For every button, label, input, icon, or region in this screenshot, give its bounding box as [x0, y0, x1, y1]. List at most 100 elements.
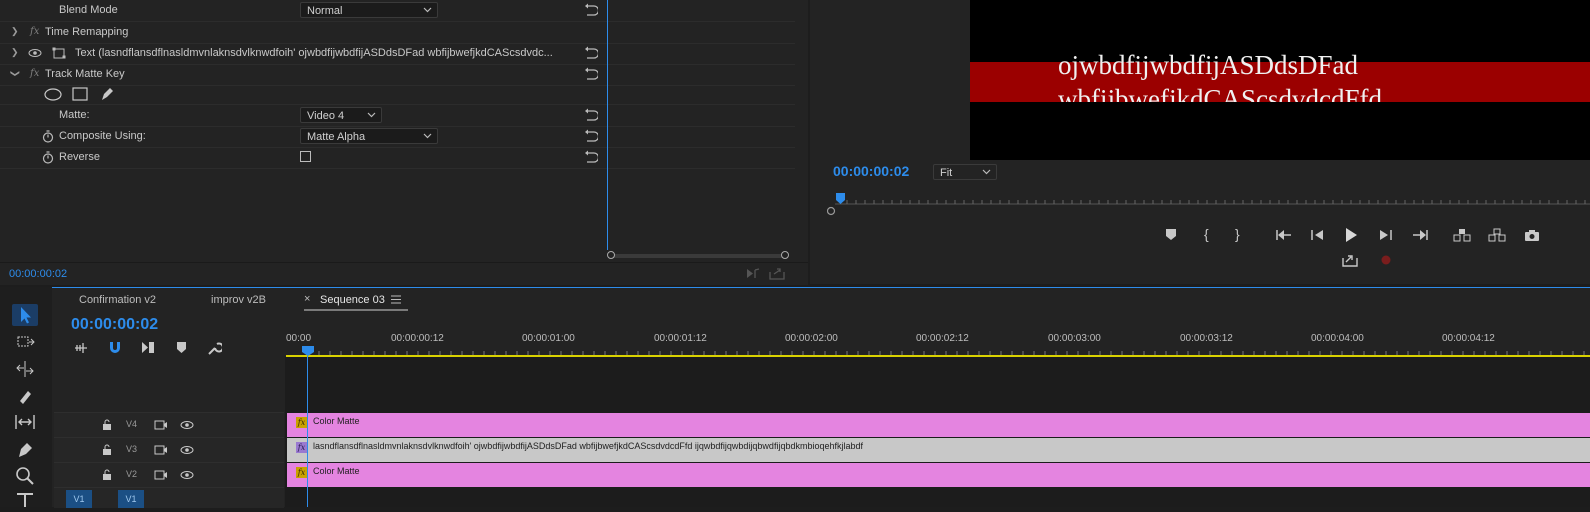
eye-icon[interactable]	[28, 48, 42, 58]
close-tab-icon[interactable]: ×	[304, 293, 310, 305]
ripple-edit-icon[interactable]	[12, 358, 38, 380]
blend-mode-value: Normal	[307, 5, 343, 17]
lock-icon[interactable]	[102, 444, 112, 456]
record-icon[interactable]	[1381, 255, 1391, 265]
zoom-scrollbar[interactable]	[612, 254, 786, 258]
rectangle-mask-icon[interactable]	[72, 87, 88, 101]
effect-controls-panel: Blend Mode Normal ❯ fx Time Remapping ❯ …	[0, 0, 808, 285]
reset-icon[interactable]	[584, 3, 598, 16]
reset-icon[interactable]	[584, 129, 598, 142]
program-time-ruler[interactable]	[827, 190, 1590, 218]
mark-in-icon[interactable]: {	[1204, 226, 1209, 242]
timeline-marker-icon[interactable]	[176, 341, 187, 354]
zoom-icon[interactable]	[12, 464, 38, 486]
composite-using-label: Composite Using:	[59, 130, 146, 142]
ruler-label: 00:00:04:12	[1442, 333, 1495, 344]
wrench-icon[interactable]	[206, 340, 222, 355]
ruler-label: 00:00:01:12	[654, 333, 707, 344]
reverse-label: Reverse	[59, 151, 100, 163]
linked-selection-icon[interactable]	[141, 341, 155, 354]
eye-icon[interactable]	[180, 445, 194, 455]
time-remapping-label: Time Remapping	[45, 26, 129, 38]
track-header-v1: V1 V1	[54, 487, 284, 508]
pen-mask-icon[interactable]	[99, 86, 114, 102]
expand-triangle-icon[interactable]: ❯	[11, 47, 19, 58]
reset-icon[interactable]	[584, 46, 598, 59]
reset-icon[interactable]	[584, 67, 598, 80]
nest-icon[interactable]	[74, 341, 88, 355]
lock-icon[interactable]	[102, 469, 112, 481]
play-icon[interactable]	[1344, 227, 1358, 243]
collapse-triangle-icon[interactable]: ❯	[9, 70, 20, 78]
ellipse-mask-icon[interactable]	[44, 88, 62, 101]
source-patch-v1[interactable]: V1	[66, 490, 92, 508]
transform-box-icon	[52, 47, 66, 59]
composite-using-value: Matte Alpha	[307, 131, 366, 143]
clip-text-v3[interactable]: fx lasndflansdflnasldmvnlaknsdvlknwdfoih…	[287, 438, 1590, 462]
composite-using-dropdown[interactable]: Matte Alpha	[300, 128, 438, 144]
add-marker-icon[interactable]	[1165, 227, 1177, 241]
blend-mode-dropdown[interactable]: Normal	[300, 2, 438, 18]
snap-magnet-icon[interactable]	[108, 340, 122, 354]
sync-lock-icon[interactable]	[154, 469, 168, 481]
timeline-timecode[interactable]: 00:00:00:02	[71, 316, 158, 334]
sync-lock-icon[interactable]	[154, 419, 168, 431]
clip-color-matte-v4[interactable]: fx Color Matte	[287, 413, 1590, 437]
lock-icon[interactable]	[102, 419, 112, 431]
selection-tool[interactable]	[12, 304, 38, 326]
step-forward-icon[interactable]	[1379, 229, 1393, 241]
clip-color-matte-v2[interactable]: fx Color Matte	[287, 463, 1590, 487]
timeline-playhead-line[interactable]	[307, 356, 308, 507]
eye-icon[interactable]	[180, 470, 194, 480]
reset-icon[interactable]	[584, 108, 598, 121]
text-layer-row[interactable]: ❯ Text (lasndflansdflnasldmvnlaknsdvlknw…	[0, 43, 795, 65]
time-remapping-row[interactable]: ❯ fx Time Remapping	[0, 22, 795, 44]
mask-tools-row	[0, 85, 795, 105]
export-icon[interactable]	[769, 266, 785, 280]
export-frame-icon[interactable]	[1342, 253, 1358, 267]
step-back-icon[interactable]	[1310, 229, 1324, 241]
playhead-handle-icon[interactable]	[301, 345, 315, 357]
go-to-in-icon[interactable]	[1276, 229, 1292, 241]
razor-icon[interactable]	[12, 385, 38, 407]
play-audio-icon[interactable]	[745, 267, 761, 280]
lift-icon[interactable]	[1453, 228, 1471, 242]
matte-black-area	[970, 102, 1590, 160]
zoom-dropdown[interactable]: Fit	[933, 164, 997, 180]
tab-confirmation-v2[interactable]: Confirmation v2	[79, 294, 156, 306]
stopwatch-icon[interactable]	[42, 151, 54, 164]
eye-icon[interactable]	[180, 420, 194, 430]
matte-dropdown[interactable]: Video 4	[300, 107, 382, 123]
go-to-out-icon[interactable]	[1412, 229, 1428, 241]
mark-out-icon[interactable]: }	[1235, 226, 1240, 242]
effect-controls-timecode[interactable]: 00:00:00:02	[9, 268, 67, 280]
program-timecode[interactable]: 00:00:00:02	[833, 163, 909, 179]
camera-icon[interactable]	[1524, 229, 1540, 241]
reverse-checkbox[interactable]	[300, 151, 311, 162]
expand-triangle-icon[interactable]: ❯	[11, 26, 19, 37]
time-ruler[interactable]: 00:00 00:00:00:12 00:00:01:00 00:00:01:1…	[286, 327, 1590, 357]
type-icon[interactable]	[12, 490, 38, 512]
ruler-label: 00:00:03:12	[1180, 333, 1233, 344]
track-name: V2	[126, 469, 138, 479]
scroll-handle-left[interactable]	[607, 251, 615, 259]
track-select-icon[interactable]	[12, 331, 38, 353]
scroll-handle-right[interactable]	[781, 251, 789, 259]
reset-icon[interactable]	[584, 150, 598, 163]
tab-sequence-03[interactable]: Sequence 03	[320, 294, 385, 306]
tab-improv-v2b[interactable]: improv v2B	[211, 294, 266, 306]
track-target-v1[interactable]: V1	[118, 490, 144, 508]
panel-menu-icon[interactable]	[391, 295, 401, 304]
playhead-line[interactable]	[607, 0, 608, 250]
timeline-panel: Confirmation v2 improv v2B × Sequence 03…	[0, 287, 1590, 508]
track-header-v3: V3	[54, 437, 284, 462]
ruler-label: 00:00:02:00	[785, 333, 838, 344]
stopwatch-icon[interactable]	[42, 130, 54, 143]
sync-lock-icon[interactable]	[154, 444, 168, 456]
extract-icon[interactable]	[1488, 228, 1506, 242]
ruler-label: 00:00:01:00	[522, 333, 575, 344]
track-header-v4: V4	[54, 412, 284, 437]
slip-icon[interactable]	[12, 411, 38, 433]
track-matte-key-row[interactable]: ❯ fx Track Matte Key	[0, 64, 795, 86]
pen-icon[interactable]	[12, 438, 38, 460]
